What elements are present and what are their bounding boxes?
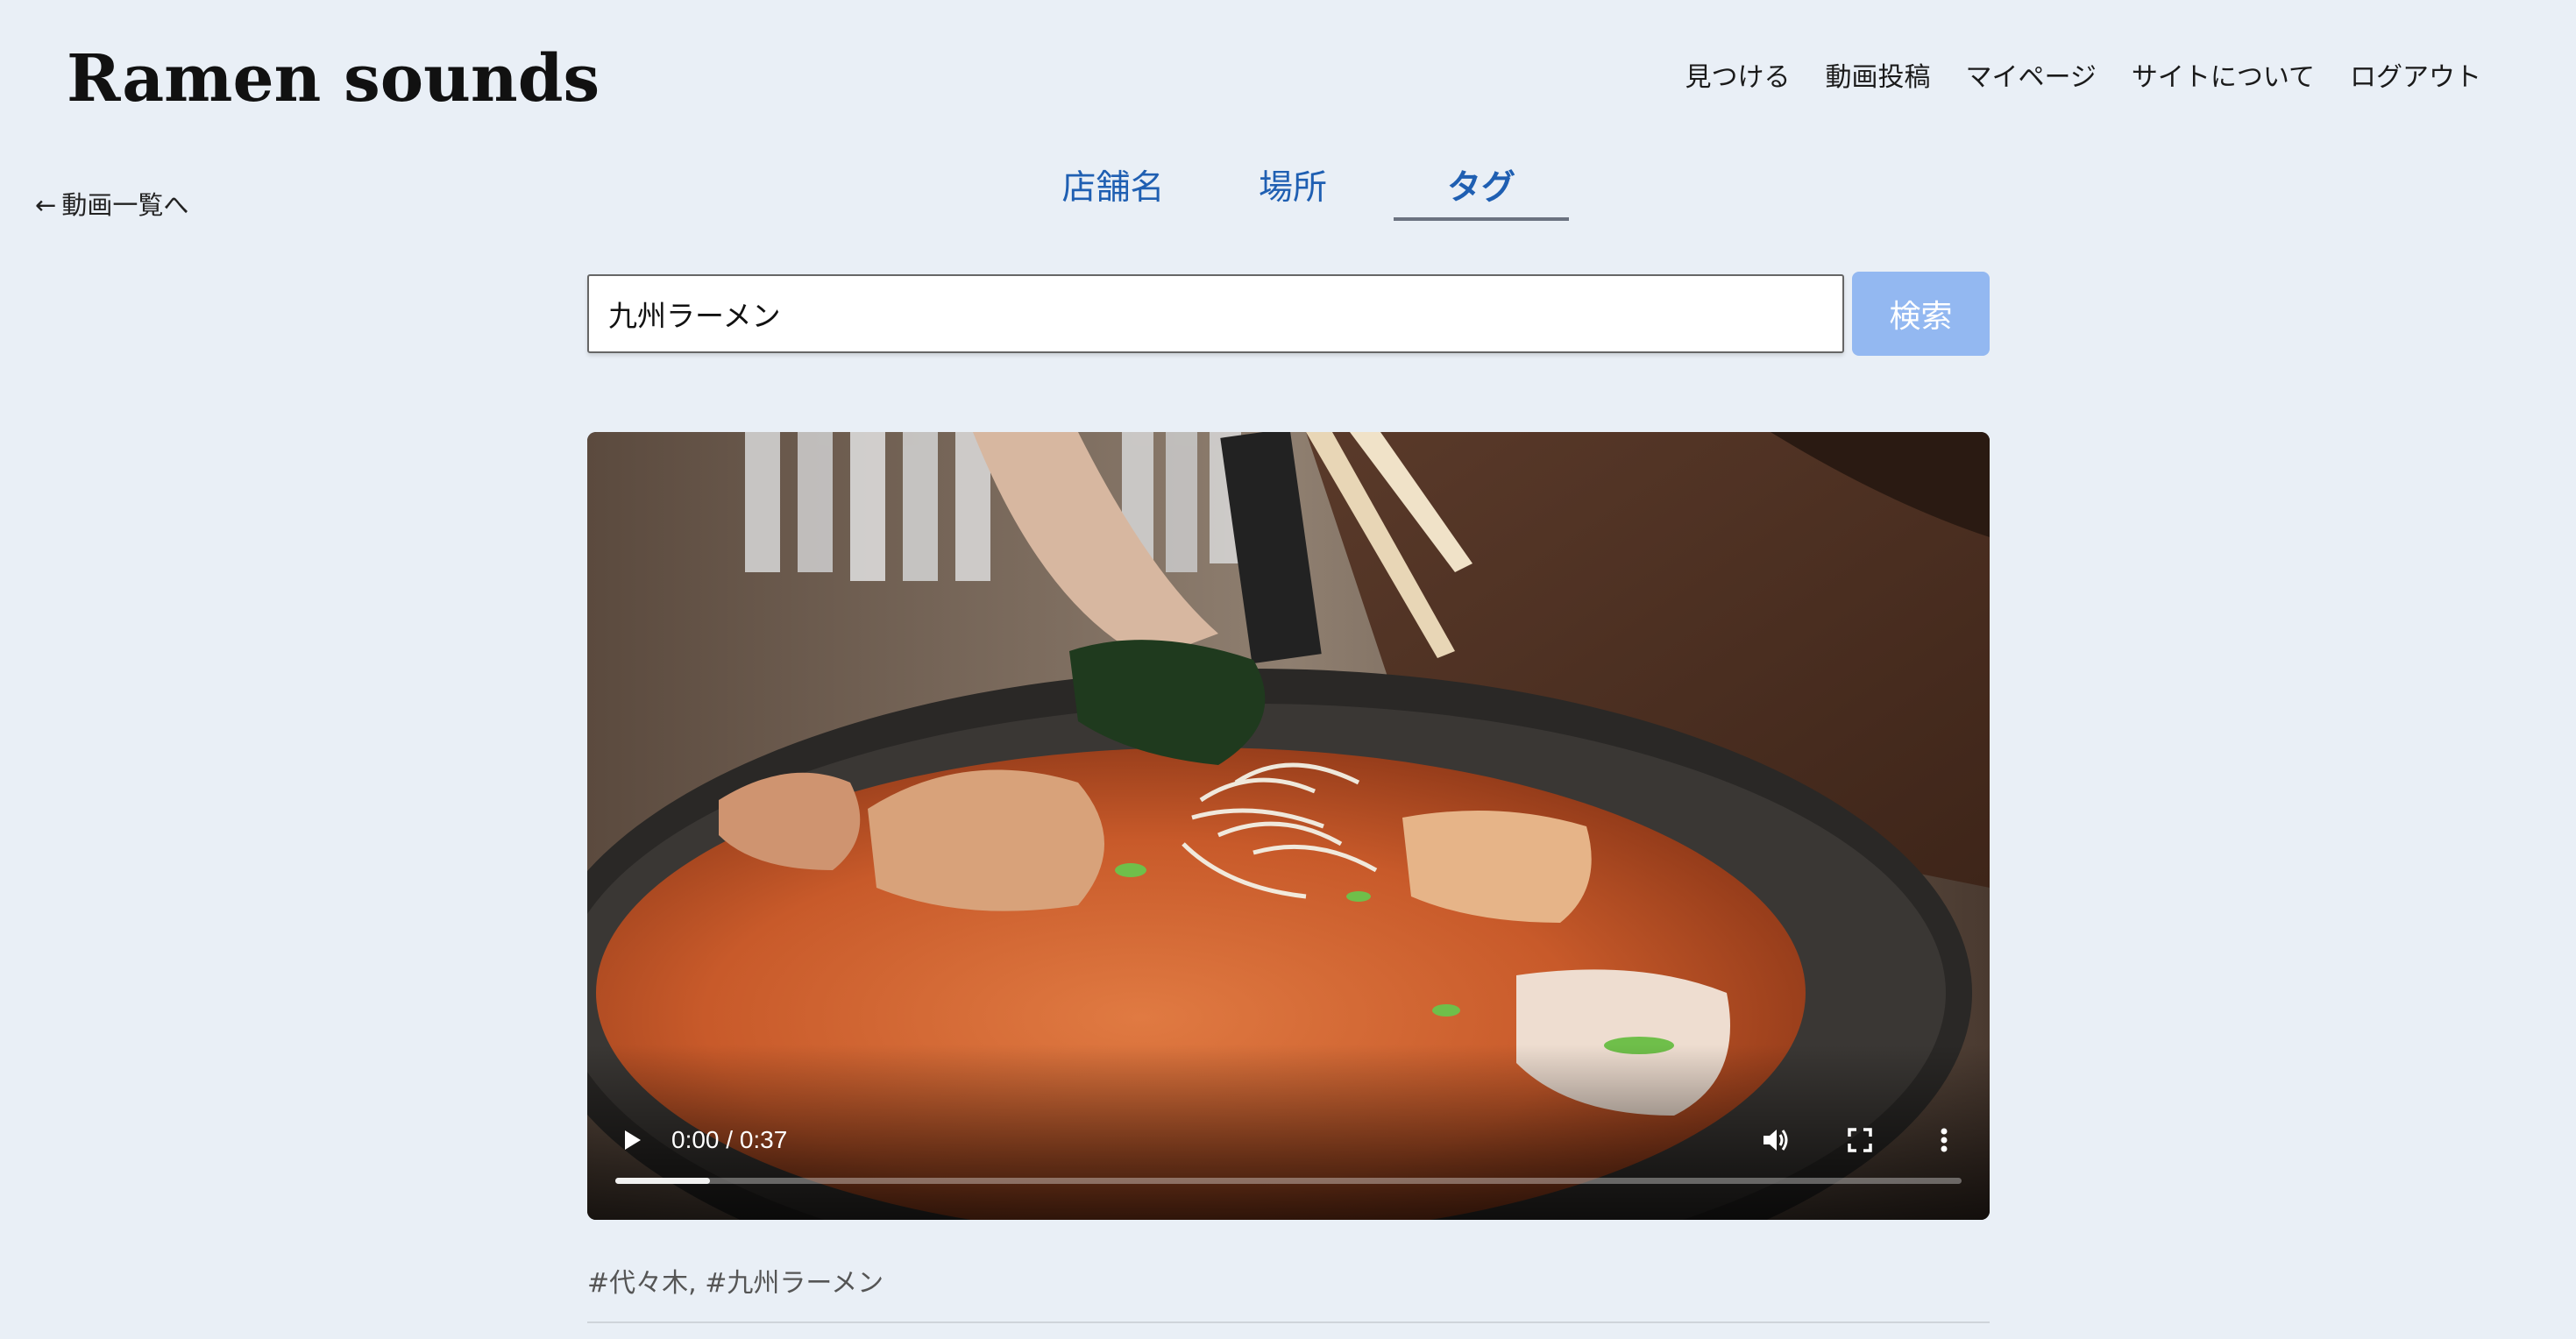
video-player[interactable]: 0:00 / 0:37 <box>587 432 1990 1220</box>
search-input[interactable] <box>587 274 1844 353</box>
video-buffered-bar <box>615 1178 710 1184</box>
search-bar: 検索 <box>587 272 1990 356</box>
nav-discover-link[interactable]: 見つける <box>1685 56 1790 100</box>
back-to-list-link[interactable]: ← 動画一覧へ <box>35 186 188 224</box>
nav-logout-link[interactable]: ログアウト <box>2350 56 2481 100</box>
more-vert-icon[interactable] <box>1925 1121 1963 1159</box>
volume-icon[interactable] <box>1756 1121 1795 1159</box>
main-nav: 見つける 動画投稿 マイページ サイトについて ログアウト <box>1685 56 2481 100</box>
tab-location[interactable]: 場所 <box>1236 159 1350 217</box>
video-tags: #代々木, #九州ラーメン <box>587 1268 884 1299</box>
video-progress-bar[interactable] <box>615 1178 1962 1184</box>
search-button[interactable]: 検索 <box>1852 272 1990 356</box>
nav-mypage-link[interactable]: マイページ <box>1965 56 2096 100</box>
tab-tag[interactable]: タグ <box>1394 159 1569 221</box>
tab-store-name[interactable]: 店舗名 <box>1034 159 1192 217</box>
divider <box>587 1321 1990 1323</box>
back-link-label: 動画一覧へ <box>61 190 189 220</box>
nav-about-link[interactable]: サイトについて <box>2132 56 2315 100</box>
time-display: 0:00 / 0:37 <box>671 1126 788 1153</box>
nav-upload-link[interactable]: 動画投稿 <box>1825 56 1930 100</box>
page: Ramen sounds 見つける 動画投稿 マイページ サイトについて ログア… <box>0 0 2576 1339</box>
fullscreen-icon[interactable] <box>1841 1121 1879 1159</box>
play-icon[interactable] <box>614 1123 649 1158</box>
search-tabs: 店舗名 場所 タグ <box>1034 159 1613 221</box>
arrow-left-icon: ← <box>35 190 57 220</box>
site-logo[interactable]: Ramen sounds <box>67 35 600 123</box>
